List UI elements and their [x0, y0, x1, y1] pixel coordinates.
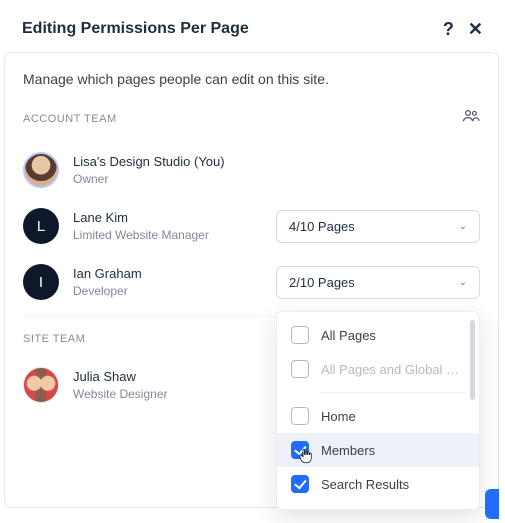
- member-row: Lisa's Design Studio (You) Owner: [23, 142, 480, 198]
- checkbox[interactable]: [291, 407, 309, 425]
- member-name: Ian Graham: [73, 265, 142, 283]
- option-label: Home: [321, 409, 356, 424]
- checkbox[interactable]: [291, 326, 309, 344]
- floating-action-partial[interactable]: [485, 489, 499, 519]
- member-name: Julia Shaw: [73, 368, 168, 386]
- close-icon[interactable]: ✕: [468, 20, 483, 38]
- option-label: Members: [321, 443, 375, 458]
- people-icon[interactable]: [462, 109, 480, 128]
- member-role: Limited Website Manager: [73, 227, 209, 244]
- option-label: All Pages and Global Se…: [321, 362, 465, 377]
- scrollbar-thumb[interactable]: [470, 320, 475, 400]
- permissions-panel: Manage which pages people can edit on th…: [4, 52, 499, 508]
- dropdown-option-home[interactable]: Home: [277, 399, 479, 433]
- member-role: Developer: [73, 283, 142, 300]
- pages-select[interactable]: 4/10 Pages ⌄: [276, 210, 480, 243]
- member-name: Lisa's Design Studio (You): [73, 153, 225, 171]
- dropdown-option-members[interactable]: Members: [277, 433, 479, 467]
- avatar: [23, 152, 59, 188]
- dropdown-separator: [321, 392, 465, 393]
- dropdown-option-all-pages-global[interactable]: All Pages and Global Se…: [277, 352, 479, 386]
- checkbox[interactable]: [291, 360, 309, 378]
- member-role: Owner: [73, 171, 225, 188]
- account-team-label: ACCOUNT TEAM: [23, 113, 117, 125]
- chevron-down-icon: ⌄: [459, 277, 467, 288]
- member-role: Website Designer: [73, 386, 168, 403]
- pages-select-value: 2/10 Pages: [289, 275, 355, 290]
- dropdown-option-search-results[interactable]: Search Results: [277, 467, 479, 501]
- checkbox[interactable]: [291, 475, 309, 493]
- option-label: All Pages: [321, 328, 376, 343]
- avatar: I: [23, 264, 59, 300]
- member-row: L Lane Kim Limited Website Manager 4/10 …: [23, 198, 480, 254]
- checkbox[interactable]: [291, 441, 309, 459]
- chevron-down-icon: ⌄: [459, 221, 467, 232]
- member-name: Lane Kim: [73, 209, 209, 227]
- dropdown-option-all-pages[interactable]: All Pages: [277, 318, 479, 352]
- pages-select[interactable]: 2/10 Pages ⌄: [276, 266, 480, 299]
- option-label: Search Results: [321, 477, 409, 492]
- pages-select-value: 4/10 Pages: [289, 219, 355, 234]
- avatar: L: [23, 208, 59, 244]
- member-row: I Ian Graham Developer 2/10 Pages ⌄: [23, 254, 480, 310]
- dialog-title: Editing Permissions Per Page: [22, 20, 249, 38]
- intro-text: Manage which pages people can edit on th…: [23, 71, 480, 87]
- pages-dropdown[interactable]: All Pages All Pages and Global Se… Home …: [276, 311, 480, 510]
- avatar: [23, 367, 59, 403]
- help-icon[interactable]: ?: [443, 20, 454, 38]
